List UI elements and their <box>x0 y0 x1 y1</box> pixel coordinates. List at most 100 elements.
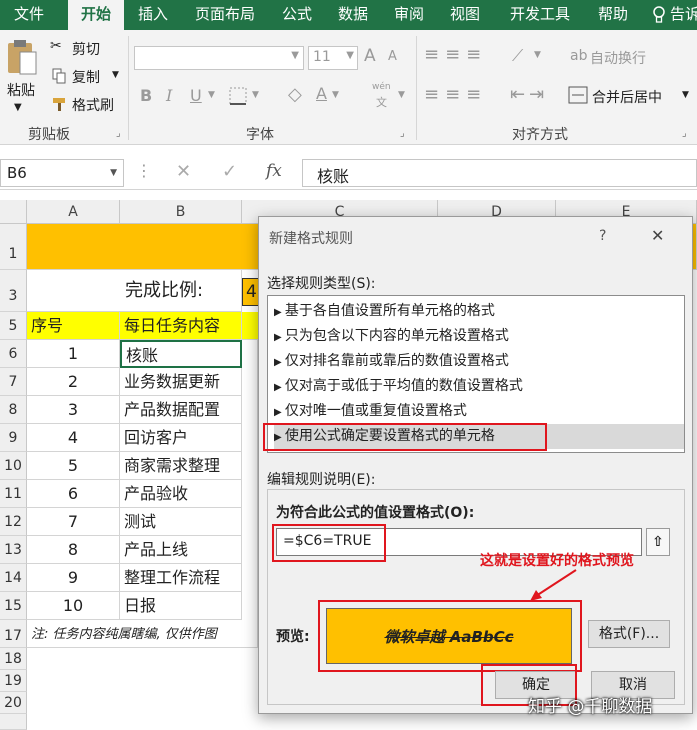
row-header[interactable]: 7 <box>0 368 27 396</box>
name-box[interactable]: B6 ▼ <box>0 159 124 187</box>
indent-icons[interactable]: ⇤⇥ <box>510 84 548 105</box>
rule-type-item[interactable]: ▶ 仅对排名靠前或靠后的数值设置格式 <box>274 349 684 374</box>
rule-type-item[interactable]: ▶ 基于各自值设置所有单元格的格式 <box>274 299 684 324</box>
tab-insert[interactable]: 插入 <box>130 0 176 30</box>
rule-type-item[interactable]: ▶ 仅对唯一值或重复值设置格式 <box>274 399 684 424</box>
fill-color-icon[interactable]: ◇ <box>288 84 302 105</box>
font-name-combo[interactable]: ▼ <box>134 46 304 70</box>
tab-home[interactable]: 开始 <box>68 0 124 30</box>
row-header[interactable]: 20 <box>0 692 27 714</box>
cut-button[interactable]: 剪切 <box>72 39 100 59</box>
copy-icon[interactable] <box>52 68 66 84</box>
paste-dropdown-icon[interactable]: ▼ <box>14 102 22 113</box>
horizontal-align-icons[interactable]: ≡≡≡ <box>424 84 487 105</box>
lightbulb-icon[interactable] <box>652 6 666 24</box>
close-icon[interactable]: ✕ <box>651 226 664 245</box>
insert-function-icon[interactable]: fx <box>266 161 282 181</box>
tab-view[interactable]: 视图 <box>442 0 488 30</box>
chevron-down-icon[interactable]: ▼ <box>110 168 117 178</box>
paste-button[interactable]: 粘贴 <box>7 80 35 100</box>
font-color-icon[interactable]: A <box>316 84 327 103</box>
seq-cell[interactable]: 9 <box>27 564 120 592</box>
seq-cell[interactable]: 5 <box>27 452 120 480</box>
column-header-a[interactable]: A <box>27 200 120 224</box>
format-painter-icon[interactable] <box>52 96 68 112</box>
task-cell[interactable]: 整理工作流程 <box>120 564 242 592</box>
confirm-entry-icon[interactable]: ✓ <box>222 161 237 182</box>
row-header[interactable]: 11 <box>0 480 27 508</box>
chevron-down-icon[interactable]: ▼ <box>332 90 339 100</box>
task-cell[interactable]: 日报 <box>120 592 242 620</box>
row-header[interactable]: 9 <box>0 424 27 452</box>
seq-cell[interactable]: 4 <box>27 424 120 452</box>
tab-formulas[interactable]: 公式 <box>274 0 320 30</box>
merge-center-icon[interactable] <box>568 86 588 104</box>
tab-data[interactable]: 数据 <box>330 0 376 30</box>
tab-tell-me[interactable]: 告诉 <box>670 0 697 30</box>
tab-file[interactable]: 文件 <box>0 0 58 30</box>
seq-cell[interactable]: 3 <box>27 396 120 424</box>
dialog-launcher-icon[interactable]: ⌟ <box>116 128 121 139</box>
task-cell[interactable]: 产品上线 <box>120 536 242 564</box>
chevron-down-icon[interactable]: ▼ <box>398 90 405 100</box>
formula-input[interactable]: 核账 <box>302 159 697 187</box>
task-cell[interactable]: 产品验收 <box>120 480 242 508</box>
merge-center-button[interactable]: 合并后居中 <box>592 87 662 107</box>
seq-cell[interactable]: 10 <box>27 592 120 620</box>
task-cell-selected[interactable]: 核账 <box>120 340 242 368</box>
row-header[interactable]: 14 <box>0 564 27 592</box>
row-header[interactable]: 6 <box>0 340 27 368</box>
ratio-label-cell[interactable]: 完成比例: <box>27 270 242 312</box>
paste-icon[interactable] <box>6 38 38 76</box>
seq-cell[interactable]: 8 <box>27 536 120 564</box>
row-header[interactable]: 18 <box>0 648 27 670</box>
task-cell[interactable]: 商家需求整理 <box>120 452 242 480</box>
underline-button[interactable]: U <box>190 86 202 105</box>
row-header[interactable]: 15 <box>0 592 27 620</box>
vertical-align-icons[interactable]: ≡≡≡ <box>424 44 487 65</box>
row-header[interactable]: 5 <box>0 312 27 340</box>
row-header[interactable]: 19 <box>0 670 27 692</box>
row-header[interactable]: 10 <box>0 452 27 480</box>
dialog-launcher-icon[interactable]: ⌟ <box>682 128 687 139</box>
format-painter-button[interactable]: 格式刷 <box>72 95 114 115</box>
chevron-down-icon[interactable]: ▼ <box>208 90 215 100</box>
tab-page-layout[interactable]: 页面布局 <box>186 0 264 30</box>
wrap-text-icon[interactable]: ab <box>570 48 587 64</box>
shrink-font-icon[interactable]: A <box>388 49 397 64</box>
task-cell[interactable]: 测试 <box>120 508 242 536</box>
chevron-down-icon[interactable]: ▼ <box>252 90 259 100</box>
copy-button[interactable]: 复制 <box>72 67 100 87</box>
header-seq-cell[interactable]: 序号 <box>27 312 120 340</box>
seq-cell[interactable]: 7 <box>27 508 120 536</box>
drag-handle-icon[interactable]: ⋮ <box>136 161 152 180</box>
header-task-cell[interactable]: 每日任务内容 <box>120 312 242 340</box>
task-cell[interactable]: 产品数据配置 <box>120 396 242 424</box>
tab-help[interactable]: 帮助 <box>590 0 636 30</box>
grow-font-icon[interactable]: A <box>364 46 376 66</box>
font-size-combo[interactable]: 11 ▼ <box>308 46 358 70</box>
borders-icon[interactable] <box>228 86 248 106</box>
orientation-icon[interactable]: ⟋ <box>512 46 523 66</box>
task-cell[interactable]: 回访客户 <box>120 424 242 452</box>
row-header[interactable]: 17 <box>0 620 27 648</box>
cut-icon[interactable]: ✂ <box>50 38 62 54</box>
tab-developer[interactable]: 开发工具 <box>498 0 582 30</box>
copy-dropdown-icon[interactable]: ▼ <box>112 70 119 80</box>
tab-review[interactable]: 审阅 <box>386 0 432 30</box>
seq-cell[interactable]: 6 <box>27 480 120 508</box>
note-cell[interactable]: 注: 任务内容纯属瞎编, 仅供作图 <box>27 620 258 648</box>
row-header[interactable]: 12 <box>0 508 27 536</box>
chevron-down-icon[interactable]: ▼ <box>534 50 541 60</box>
wrap-text-button[interactable]: 自动换行 <box>590 48 646 68</box>
italic-button[interactable]: I <box>166 86 172 105</box>
task-cell[interactable]: 业务数据更新 <box>120 368 242 396</box>
dialog-launcher-icon[interactable]: ⌟ <box>400 128 405 139</box>
phonetic-guide-icon[interactable]: wén <box>372 82 391 92</box>
select-all-corner[interactable] <box>0 200 27 224</box>
cancel-entry-icon[interactable]: ✕ <box>176 161 191 182</box>
row-header[interactable]: 8 <box>0 396 27 424</box>
row-header[interactable]: 1 <box>0 224 27 270</box>
rule-type-item[interactable]: ▶ 仅对高于或低于平均值的数值设置格式 <box>274 374 684 399</box>
chevron-down-icon[interactable]: ▼ <box>682 90 689 100</box>
